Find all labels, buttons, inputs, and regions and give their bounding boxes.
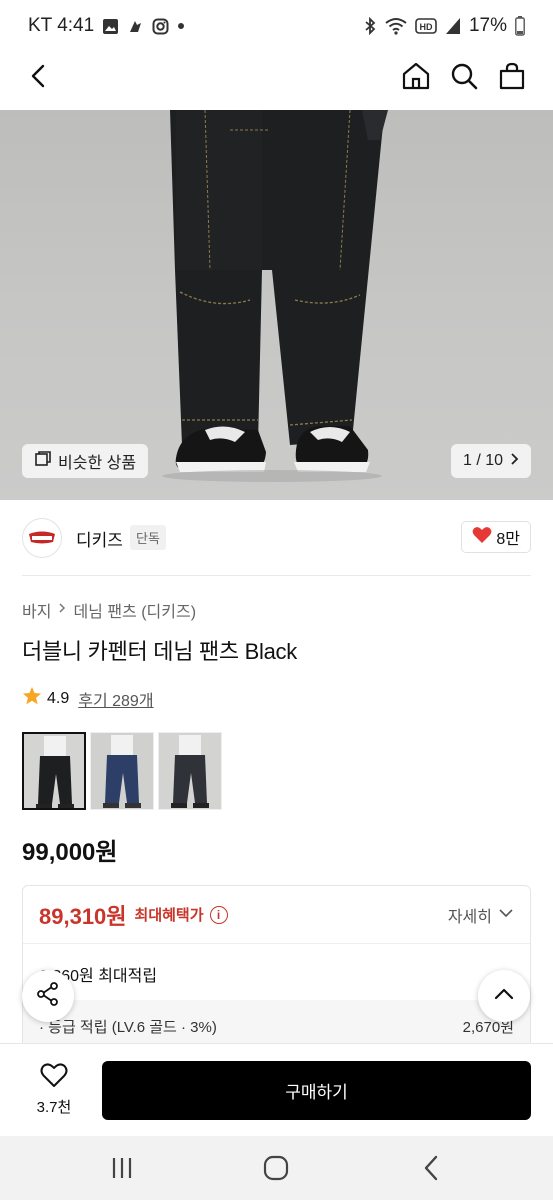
rating-score: 4.9 (47, 689, 70, 707)
svg-text:HD: HD (419, 22, 432, 32)
system-back-icon[interactable] (420, 1154, 444, 1182)
product-hero-image[interactable]: 비슷한 상품 1 / 10 (0, 110, 553, 500)
breadcrumb-item-subcategory[interactable]: 데님 팬츠 (디키즈) (73, 598, 196, 622)
max-benefit-label: 최대혜택가 (134, 907, 204, 924)
system-nav-bar (0, 1136, 553, 1200)
similar-products-icon (34, 450, 52, 473)
similar-products-label: 비슷한 상품 (58, 455, 137, 472)
thumbnail-black[interactable] (22, 732, 86, 810)
home-icon[interactable] (400, 60, 432, 92)
share-icon (35, 981, 61, 1012)
image-counter-text: 1 / 10 (462, 452, 503, 469)
status-right: HD 17% (363, 15, 525, 37)
rating-summary[interactable]: 4.9 후기 289개 (22, 686, 154, 711)
bluetooth-icon (363, 17, 377, 35)
more-dot-icon (177, 22, 185, 30)
max-benefit-price: 89,310원 (39, 903, 127, 929)
instagram-icon (152, 18, 169, 35)
wishlist-count: 3.7천 (36, 1099, 72, 1116)
app-notification-icon (127, 18, 144, 35)
detail-label: 자세히 (447, 908, 492, 926)
chevron-right-icon (507, 452, 521, 471)
breadcrumb: 바지 데님 팬츠 (디키즈) (22, 598, 196, 622)
back-arrow-icon[interactable] (24, 62, 54, 92)
home-button-icon[interactable] (262, 1154, 290, 1182)
points-row-label: · 등급 적립 (LV.6 골드 · 3%) (39, 1019, 217, 1036)
brand-name[interactable]: 디키즈 (76, 526, 123, 551)
battery-percent: 17% (468, 15, 507, 36)
info-icon[interactable]: i (209, 905, 228, 924)
brand-logo[interactable] (22, 518, 62, 558)
wishlist-button[interactable]: 3.7천 (22, 1062, 86, 1120)
scroll-top-button[interactable] (478, 970, 530, 1022)
thumbnail-indigo[interactable] (90, 732, 154, 810)
original-price: 99,000원 (22, 839, 118, 866)
gallery-icon (102, 18, 119, 35)
chevron-up-icon (492, 982, 516, 1011)
divider (22, 575, 531, 576)
brand-like-count: 8만 (496, 531, 520, 548)
signal-icon (445, 17, 461, 35)
thumbnail-charcoal[interactable] (158, 732, 222, 810)
bottom-action-bar: 3.7천 구매하기 (0, 1043, 553, 1136)
shopping-bag-icon[interactable] (496, 60, 528, 92)
benefit-card: 89,310원 최대혜택가 i 자세히 6,260원 최대적립 · 등급 적립 … (22, 885, 531, 1055)
similar-products-button[interactable]: 비슷한 상품 (22, 444, 149, 478)
battery-icon (515, 16, 525, 36)
chevron-right-icon (57, 601, 67, 619)
reviews-link[interactable]: 후기 289개 (78, 687, 153, 711)
top-nav (0, 52, 553, 110)
breadcrumb-item-category[interactable]: 바지 (22, 598, 51, 622)
search-icon[interactable] (448, 60, 480, 92)
detail-toggle[interactable]: 자세히 (448, 903, 514, 927)
buy-button[interactable]: 구매하기 (102, 1061, 531, 1120)
image-counter-button[interactable]: 1 / 10 (450, 444, 531, 478)
carrier-time: KT 4:41 (28, 15, 95, 36)
share-button[interactable] (22, 970, 74, 1022)
status-bar: KT 4:41 HD 17% (0, 0, 553, 52)
product-photo (162, 110, 388, 482)
wifi-icon (385, 17, 407, 35)
recent-apps-icon[interactable] (108, 1156, 136, 1180)
chevron-down-icon (498, 906, 514, 924)
hd-voice-icon: HD (415, 17, 437, 35)
status-left: KT 4:41 (28, 15, 185, 37)
exclusive-badge: 단독 (130, 525, 166, 550)
brand-like-button[interactable]: 8만 (461, 521, 531, 553)
heart-icon (472, 526, 492, 549)
color-thumbnails (22, 732, 222, 810)
max-benefit-row[interactable]: 89,310원 최대혜택가 i 자세히 (23, 886, 530, 944)
heart-outline-icon (40, 1062, 68, 1092)
product-title: 더블니 카펜터 데님 팬츠 Black (22, 639, 297, 664)
brand-row[interactable]: 디키즈 단독 8만 (0, 500, 553, 575)
star-icon (22, 686, 42, 711)
